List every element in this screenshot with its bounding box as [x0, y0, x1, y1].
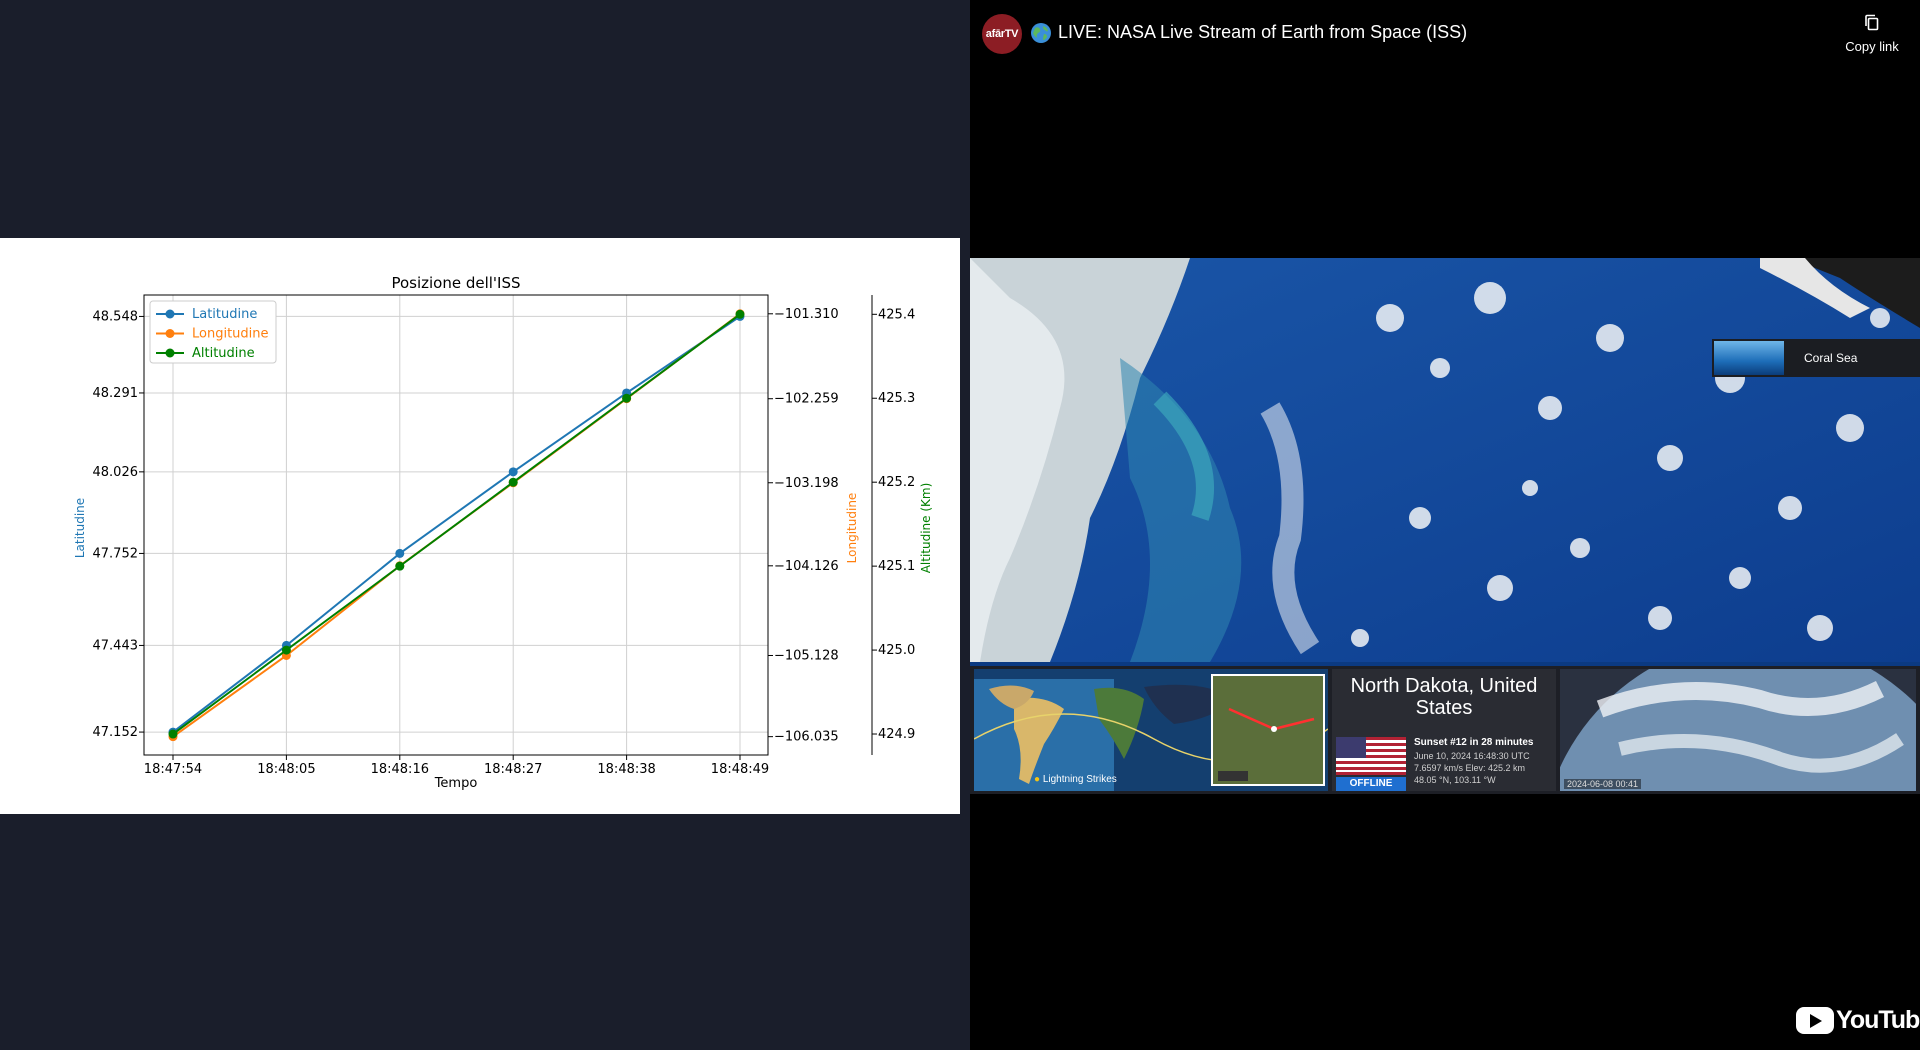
- series-line-altitudine: [172, 313, 741, 735]
- earth-view-image: [970, 258, 1920, 662]
- telemetry-strip: ● Lightning Strikes North Dakota, United…: [970, 666, 1920, 794]
- y-right1-label: Longitudine: [845, 493, 859, 564]
- y-left-tick-label: 47.752: [93, 546, 139, 561]
- info-speed-elev: 7.6597 km/s Elev: 425.2 km: [1414, 763, 1526, 773]
- legend-marker: [165, 309, 175, 319]
- video-topbar: afārTV LIVE: NASA Live Stream of Earth f…: [970, 0, 1920, 70]
- x-tick-label: 18:48:05: [257, 762, 315, 777]
- youtube-wordmark: YouTube: [1836, 1006, 1920, 1034]
- youtube-embed[interactable]: afārTV LIVE: NASA Live Stream of Earth f…: [970, 0, 1920, 1050]
- legend-label: Altitudine: [192, 346, 255, 361]
- y-right1-tick-label: −103.198: [774, 476, 839, 491]
- earth-thumb-image: [1560, 669, 1916, 791]
- data-point-altitudine: [395, 561, 405, 571]
- lightning-text: Lightning Strikes: [1042, 774, 1117, 785]
- x-tick-label: 18:48:38: [597, 762, 655, 777]
- y-left-tick-label: 48.291: [93, 386, 139, 401]
- legend-marker: [165, 329, 175, 338]
- location-name: North Dakota, United States: [1350, 675, 1538, 719]
- info-date-time: June 10, 2024 16:48:30 UTC: [1414, 751, 1530, 761]
- data-point-altitudine: [168, 729, 178, 739]
- globe-icon: [1031, 23, 1051, 43]
- chart-window: Posizione dell'ISS Tempo 18:47:54 18:48:05 1…: [0, 0, 968, 1050]
- sunset-text: Sunset #12 in 28 minutes: [1414, 737, 1534, 748]
- y-right2-tick-label: 425.3: [878, 391, 915, 406]
- y-right1-tick-label: −105.128: [774, 648, 839, 663]
- video-frame[interactable]: Coral Sea ● Lightning Strikes North Dako…: [970, 258, 1920, 794]
- y-left-tick-label: 47.443: [93, 638, 139, 653]
- copy-icon: [1865, 14, 1879, 31]
- chart-title: Posizione dell'ISS: [391, 274, 520, 292]
- thumb-date: 2024-06-08 00:41: [1564, 779, 1642, 789]
- world-map: [974, 669, 1328, 791]
- y-right1-tick-label: −106.035: [774, 730, 839, 745]
- y-right2-label: Altitudine (Km): [919, 483, 933, 574]
- data-point-altitudine: [508, 477, 518, 487]
- channel-avatar[interactable]: afārTV: [982, 14, 1022, 54]
- y-right1-tick-label: −104.126: [774, 559, 839, 574]
- data-point-altitudine: [622, 393, 632, 403]
- x-tick-label: 18:48:27: [484, 762, 542, 777]
- youtube-logo[interactable]: YouTube: [1796, 1006, 1920, 1035]
- data-point-latitudine: [395, 548, 405, 558]
- chart-svg: Posizione dell'ISS Tempo 18:47:54 18:48:05 1…: [73, 274, 933, 791]
- offline-badge: OFFLINE: [1336, 777, 1406, 791]
- legend-marker: [165, 348, 175, 358]
- y-right2-tick-label: 425.1: [878, 559, 915, 574]
- y-left-tick-label: 47.152: [93, 725, 139, 740]
- place-card: Coral Sea: [1712, 339, 1920, 377]
- video-title[interactable]: LIVE: NASA Live Stream of Earth from Spa…: [1058, 22, 1467, 43]
- y-right2-tick-label: 425.2: [878, 475, 915, 490]
- copy-link-label: Copy link: [1845, 39, 1899, 54]
- lightning-label: ● Lightning Strikes: [1034, 774, 1117, 785]
- info-coordinates: 48.05 °N, 103.11 °W: [1414, 775, 1496, 785]
- copy-link-button[interactable]: Copy link: [1830, 14, 1914, 54]
- lightning-dot-icon: ●: [1034, 774, 1041, 785]
- y-left-tick-label: 48.026: [93, 465, 139, 480]
- y-right2-tick-label: 425.0: [878, 643, 915, 658]
- y-right1-tick-label: −101.310: [774, 307, 839, 322]
- data-point-altitudine: [735, 309, 745, 319]
- data-point-altitudine: [281, 645, 291, 655]
- place-thumb: [1714, 341, 1784, 375]
- youtube-play-icon: [1796, 1007, 1834, 1034]
- iss-position-chart: Posizione dell'ISS Tempo 18:47:54 18:48:05 1…: [0, 238, 960, 814]
- x-tick-label: 18:47:54: [144, 762, 202, 777]
- y-left-label: Latitudine: [73, 498, 87, 558]
- place-card-name: Coral Sea: [1804, 351, 1858, 365]
- us-flag-icon: [1336, 737, 1406, 775]
- x-tick-label: 18:48:49: [711, 762, 769, 777]
- y-right1-tick-label: −102.259: [774, 392, 839, 407]
- earth-thumbnail: 2024-06-08 00:41: [1560, 669, 1916, 791]
- y-left-tick-label: 48.548: [93, 309, 139, 324]
- y-right2-tick-label: 424.9: [878, 727, 915, 742]
- x-axis-label: Tempo: [434, 776, 478, 791]
- x-tick-label: 18:48:16: [371, 762, 429, 777]
- data-point-latitudine: [508, 467, 518, 477]
- location-panel: North Dakota, United States OFFLINE Suns…: [1332, 669, 1556, 791]
- legend-label: Latitudine: [192, 307, 257, 322]
- y-right2-tick-label: 425.4: [878, 307, 915, 322]
- legend-label: Longitudine: [192, 327, 269, 342]
